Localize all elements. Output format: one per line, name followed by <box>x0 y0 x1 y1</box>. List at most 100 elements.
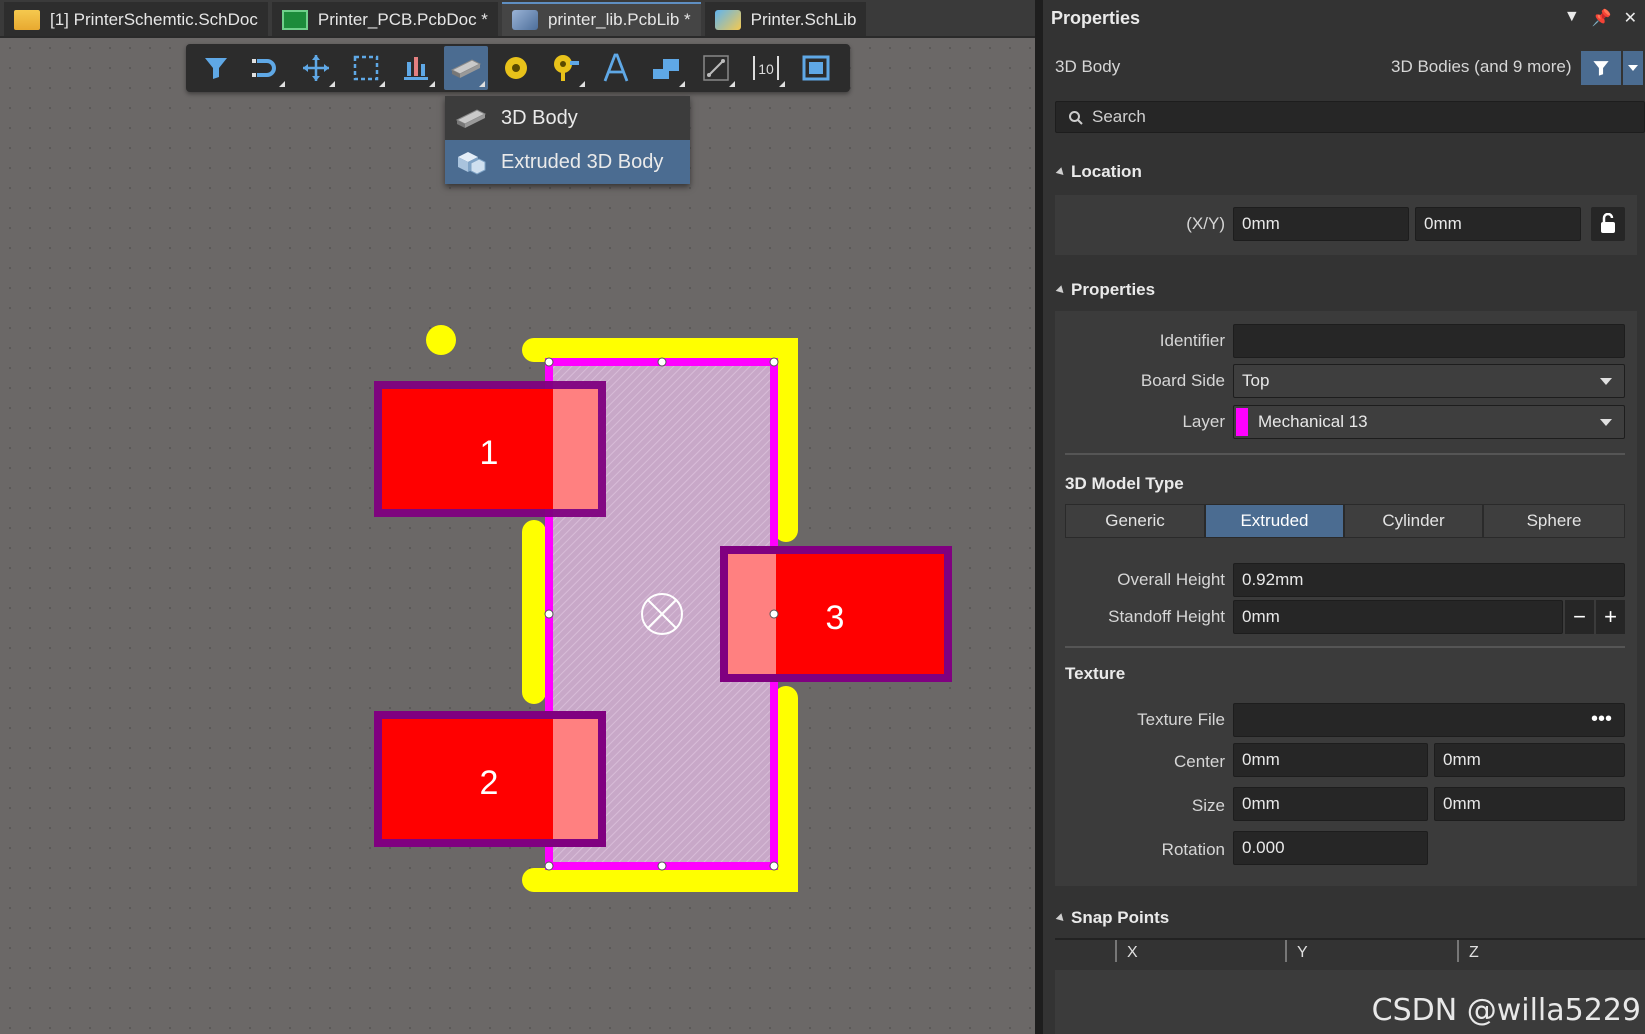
selection-filter-button[interactable] <box>1581 51 1621 85</box>
layer-select[interactable]: Mechanical 13 <box>1233 405 1625 439</box>
y-field[interactable]: 0mm <box>1415 207 1581 241</box>
table-header: X Y Z <box>1055 940 1645 970</box>
menu-item-extruded-3d-body[interactable]: Extruded 3D Body <box>445 140 690 184</box>
standoff-height-field[interactable]: 0mm <box>1233 600 1563 634</box>
region-button[interactable] <box>794 46 838 90</box>
y-value: 0mm <box>1424 214 1462 233</box>
size-x-field[interactable]: 0mm <box>1233 787 1428 821</box>
dimension-label: 10 <box>758 61 774 77</box>
align-button[interactable] <box>394 46 438 90</box>
move-button[interactable] <box>294 46 338 90</box>
layer-label: Layer <box>1182 412 1225 431</box>
select-rect-icon <box>353 55 379 81</box>
texture-file-label: Texture File <box>1137 710 1225 729</box>
search-input[interactable]: Search <box>1055 101 1645 133</box>
center-y-field[interactable]: 0mm <box>1434 743 1625 777</box>
tab-schematic[interactable]: [1] PrinterSchemtic.SchDoc <box>4 2 268 36</box>
x-field[interactable]: 0mm <box>1233 207 1409 241</box>
tab-label: [1] PrinterSchemtic.SchDoc <box>50 10 258 29</box>
model-type-extruded[interactable]: Extruded <box>1205 504 1344 538</box>
option-label: Extruded <box>1240 511 1309 530</box>
section-title: Snap Points <box>1071 908 1170 927</box>
column-y[interactable]: Y <box>1297 944 1308 962</box>
board-side-select[interactable]: Top <box>1233 364 1625 398</box>
text-icon <box>603 53 629 82</box>
lock-button[interactable] <box>1591 207 1625 241</box>
schematic-doc-icon <box>14 10 40 30</box>
selection-filter-dropdown[interactable] <box>1623 51 1643 85</box>
pin-icon[interactable]: 📌 <box>1592 8 1612 28</box>
filter-icon <box>205 58 227 79</box>
rotation-field[interactable]: 0.000 <box>1233 831 1428 865</box>
3d-body-button[interactable] <box>444 46 488 90</box>
section-location[interactable]: Location <box>1057 162 1142 182</box>
document-tab-bar: [1] PrinterSchemtic.SchDoc Printer_PCB.P… <box>0 0 1035 38</box>
panel-controls: ▼ 📌 ✕ <box>1564 8 1637 28</box>
section-properties[interactable]: Properties <box>1057 280 1155 300</box>
dimension-button[interactable]: 10 <box>744 46 788 90</box>
interactive-routing-button[interactable] <box>244 46 288 90</box>
tab-pcblib[interactable]: printer_lib.PcbLib * <box>501 2 701 36</box>
layer-value: Mechanical 13 <box>1258 412 1368 431</box>
identifier-field[interactable] <box>1233 324 1625 358</box>
fill-icon <box>653 59 679 79</box>
pcb-doc-icon <box>281 10 308 30</box>
fill-button[interactable] <box>644 46 688 90</box>
column-divider <box>1285 940 1287 962</box>
filter-icon <box>1593 61 1609 76</box>
tab-label: Printer.SchLib <box>750 10 857 29</box>
overall-height-field[interactable]: 0.92mm <box>1233 563 1625 597</box>
select-button[interactable] <box>344 46 388 90</box>
texture-file-field[interactable]: ••• <box>1233 703 1625 737</box>
size-label: Size <box>1191 796 1225 815</box>
align-icon <box>404 57 428 80</box>
sch-lib-icon <box>714 10 741 30</box>
center-x-field[interactable]: 0mm <box>1233 743 1428 777</box>
object-type-label: 3D Body <box>1055 57 1121 76</box>
line-icon <box>703 55 729 81</box>
column-z[interactable]: Z <box>1469 944 1479 962</box>
size-y-field[interactable]: 0mm <box>1434 787 1625 821</box>
board-side-label: Board Side <box>1140 371 1225 390</box>
line-button[interactable] <box>694 46 738 90</box>
region-icon <box>802 55 830 81</box>
tab-schlib[interactable]: Printer.SchLib <box>704 2 867 36</box>
dropdown-corner <box>379 81 385 87</box>
pad-button[interactable] <box>494 46 538 90</box>
overall-height-label: Overall Height <box>1117 570 1225 589</box>
model-type-title: 3D Model Type <box>1065 474 1184 493</box>
panel-menu-icon[interactable]: ▼ <box>1564 8 1580 28</box>
pcb-canvas[interactable]: 1 2 3 <box>0 38 1035 1034</box>
close-icon[interactable]: ✕ <box>1624 8 1637 28</box>
text-button[interactable] <box>594 46 638 90</box>
more-icon[interactable]: ••• <box>1591 708 1612 731</box>
section-snap-points[interactable]: Snap Points <box>1057 908 1169 928</box>
dimension-icon: 10 <box>753 56 779 80</box>
size-x-value: 0mm <box>1242 794 1280 813</box>
move-icon <box>303 55 329 81</box>
dropdown-corner <box>479 81 485 87</box>
panel-splitter[interactable] <box>1035 0 1043 1034</box>
column-x[interactable]: X <box>1127 944 1138 962</box>
filter-button[interactable] <box>194 46 238 90</box>
pad-3-overlap <box>728 554 776 674</box>
properties-panel: Properties ▼ 📌 ✕ 3D Body 3D Bodies (and … <box>1043 0 1645 1034</box>
overall-height-value: 0.92mm <box>1242 570 1304 589</box>
via-button[interactable] <box>544 46 588 90</box>
watermark: CSDN @willa5229 <box>1371 993 1641 1028</box>
dropdown-corner <box>579 81 585 87</box>
model-type-generic[interactable]: Generic <box>1065 504 1205 538</box>
pad-1-label: 1 <box>480 434 499 472</box>
dropdown-corner <box>429 81 435 87</box>
tab-pcb[interactable]: Printer_PCB.PcbDoc * <box>271 2 498 36</box>
standoff-height-value: 0mm <box>1242 607 1280 626</box>
model-type-sphere[interactable]: Sphere <box>1483 504 1625 538</box>
model-type-cylinder[interactable]: Cylinder <box>1344 504 1483 538</box>
section-title: Location <box>1071 162 1142 181</box>
unlock-icon <box>1601 213 1615 233</box>
menu-item-3d-body[interactable]: 3D Body <box>445 96 690 140</box>
increment-button[interactable]: + <box>1596 600 1625 634</box>
decrement-button[interactable]: − <box>1565 600 1594 634</box>
search-placeholder: Search <box>1092 107 1146 126</box>
via-icon <box>554 55 579 81</box>
